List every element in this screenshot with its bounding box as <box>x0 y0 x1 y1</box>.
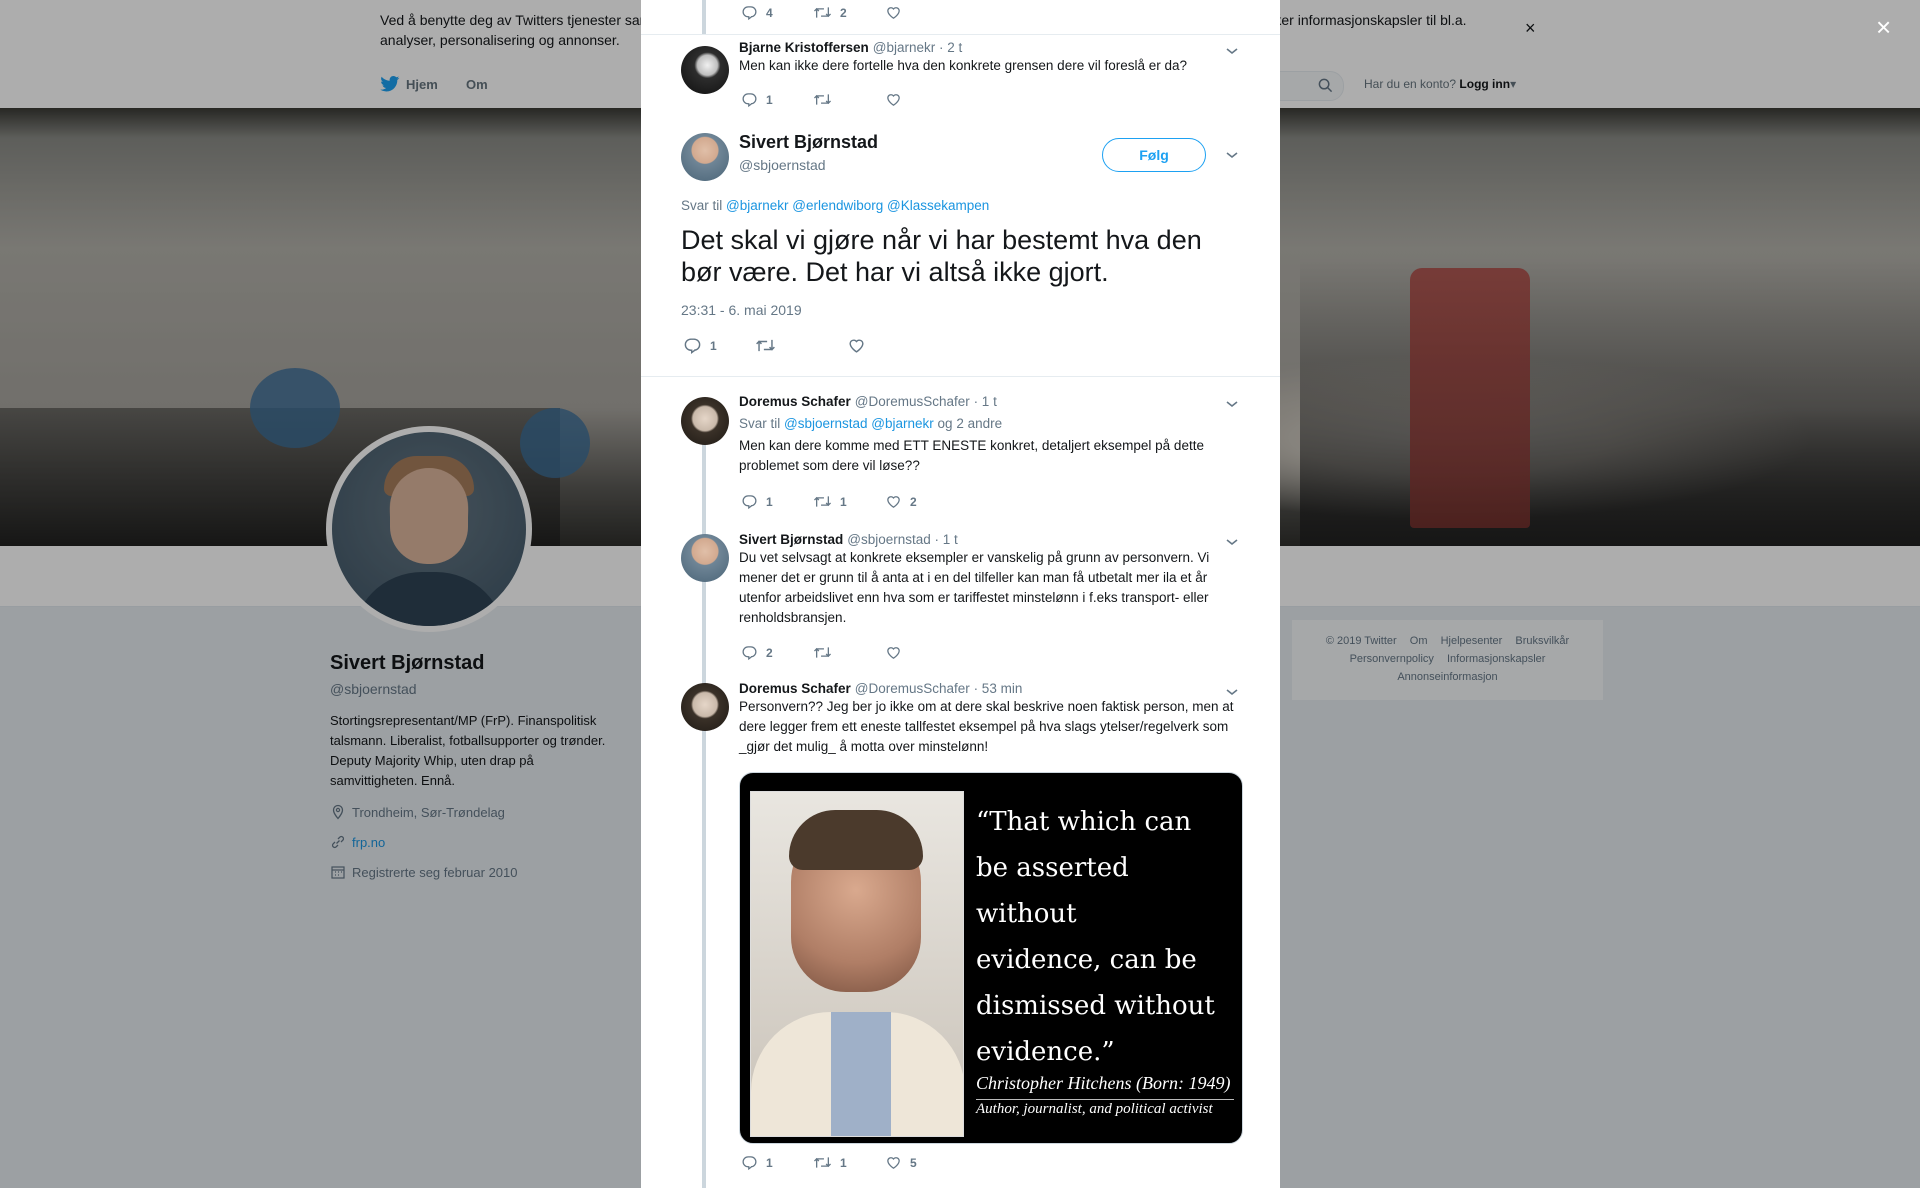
mention-link[interactable]: @sbjoernstad <box>784 416 868 431</box>
retweet-icon <box>813 496 832 507</box>
avatar[interactable] <box>681 46 729 94</box>
retweet-icon <box>813 647 832 658</box>
tweet-actions: 1 <box>741 91 957 108</box>
like-button[interactable] <box>885 644 927 661</box>
main-tweet-text: Det skal vi gjøre når vi har bestemt hva… <box>681 225 1202 287</box>
main-tweet-timestamp[interactable]: 23:31 - 6. mai 2019 <box>681 302 802 318</box>
like-button[interactable] <box>847 336 889 355</box>
tweet-actions: 1 1 5 <box>741 1154 957 1171</box>
like-button[interactable]: 5 <box>885 1154 927 1171</box>
like-icon <box>887 1157 900 1169</box>
reply-to-line: Svar til @bjarnekr @erlendwiborg @Klasse… <box>681 198 990 213</box>
tweet-author-handle[interactable]: @sbjoernstad <box>847 532 931 547</box>
portrait-photo <box>750 791 964 1137</box>
tweet-author-handle[interactable]: @bjarnekr <box>873 40 935 55</box>
quote-caption-role: Author, journalist, and political activi… <box>976 1101 1213 1117</box>
tweet-author-name[interactable]: Doremus Schafer <box>739 681 851 696</box>
modal-close-icon[interactable]: × <box>1876 12 1891 43</box>
quote-caption-name: Christopher Hitchens (Born: 1949) <box>976 1073 1231 1093</box>
reply-button[interactable]: 1 <box>683 336 725 355</box>
like-button[interactable] <box>885 4 927 21</box>
mention-link[interactable]: @erlendwiborg <box>792 198 883 213</box>
retweet-icon <box>813 94 832 105</box>
thread-line <box>702 0 706 34</box>
reply-icon <box>742 495 757 510</box>
retweet-button[interactable] <box>813 644 855 661</box>
avatar[interactable] <box>681 397 729 445</box>
avatar[interactable] <box>681 133 729 181</box>
reply-button[interactable]: 2 <box>741 644 783 661</box>
retweet-button[interactable]: 2 <box>813 4 855 21</box>
retweet-button[interactable] <box>813 91 855 108</box>
like-icon <box>887 496 900 508</box>
chevron-down-icon[interactable] <box>1225 537 1239 547</box>
retweet-button[interactable] <box>755 336 797 355</box>
chevron-down-icon[interactable] <box>1225 399 1239 409</box>
like-icon <box>849 339 864 353</box>
tweet-time[interactable]: · 2 t <box>939 40 962 55</box>
reply-button[interactable]: 1 <box>741 91 783 108</box>
reply-icon <box>742 6 757 21</box>
tweet-image[interactable]: “That which can be asserted without evid… <box>739 772 1243 1144</box>
like-icon <box>887 647 900 659</box>
retweet-icon <box>756 339 775 352</box>
reply-icon <box>742 93 757 108</box>
chevron-down-icon[interactable] <box>1225 46 1239 56</box>
avatar[interactable] <box>681 534 729 582</box>
tweet-modal: 4 2 Bjarne Kristoffersen @bjarnekr · 2 t … <box>641 0 1280 1188</box>
reply-button[interactable]: 1 <box>741 1154 783 1171</box>
reply-button[interactable]: 4 <box>741 4 783 21</box>
tweet-time[interactable]: · 53 min <box>974 681 1023 696</box>
reply-to-line: Svar til @sbjoernstad @bjarnekr og 2 and… <box>739 416 1003 431</box>
reply-icon <box>742 1156 757 1171</box>
like-icon <box>887 7 900 19</box>
tweet-actions: 2 <box>741 644 957 661</box>
tweet-time[interactable]: · 1 t <box>935 532 958 547</box>
tweet-text: Men kan ikke dere fortelle hva den konkr… <box>739 58 1188 73</box>
reply-icon <box>742 646 757 661</box>
tweet-author-name[interactable]: Bjarne Kristoffersen <box>739 40 869 55</box>
quote-text: “That which can be asserted without evid… <box>976 807 1215 1067</box>
tweet-actions: 4 2 <box>741 4 957 21</box>
tweet-text: Du vet selvsagt at konkrete eksempler er… <box>739 550 1210 625</box>
mention-link[interactable]: @Klassekampen <box>887 198 989 213</box>
retweet-icon <box>813 1157 832 1168</box>
tweet-text: Personvern?? Jeg ber jo ikke om at dere … <box>739 699 1234 754</box>
tweet-author-handle[interactable]: @DoremusSchafer <box>855 681 970 696</box>
tweet-time[interactable]: · 1 t <box>974 394 997 409</box>
follow-button[interactable]: Følg <box>1102 138 1206 172</box>
chevron-down-icon[interactable] <box>1225 150 1239 160</box>
tweet-author-name[interactable]: Sivert Bjørnstad <box>739 532 843 547</box>
tweet-actions: 1 1 2 <box>741 493 957 510</box>
like-button[interactable] <box>885 91 927 108</box>
tweet-text: Men kan dere komme med ETT ENESTE konkre… <box>739 438 1204 473</box>
tweet-actions: 1 <box>683 336 919 355</box>
reply-icon <box>684 338 701 355</box>
reply-button[interactable]: 1 <box>741 493 783 510</box>
tweet-author-handle[interactable]: @DoremusSchafer <box>855 394 970 409</box>
tweet-author-name[interactable]: Doremus Schafer <box>739 394 851 409</box>
retweet-button[interactable]: 1 <box>813 493 855 510</box>
mention-link[interactable]: @bjarnekr <box>726 198 788 213</box>
avatar[interactable] <box>681 683 729 731</box>
mention-link[interactable]: @bjarnekr <box>871 416 933 431</box>
like-icon <box>887 94 900 106</box>
retweet-icon <box>813 7 832 18</box>
chevron-down-icon[interactable] <box>1225 687 1239 697</box>
like-button[interactable]: 2 <box>885 493 927 510</box>
retweet-button[interactable]: 1 <box>813 1154 855 1171</box>
